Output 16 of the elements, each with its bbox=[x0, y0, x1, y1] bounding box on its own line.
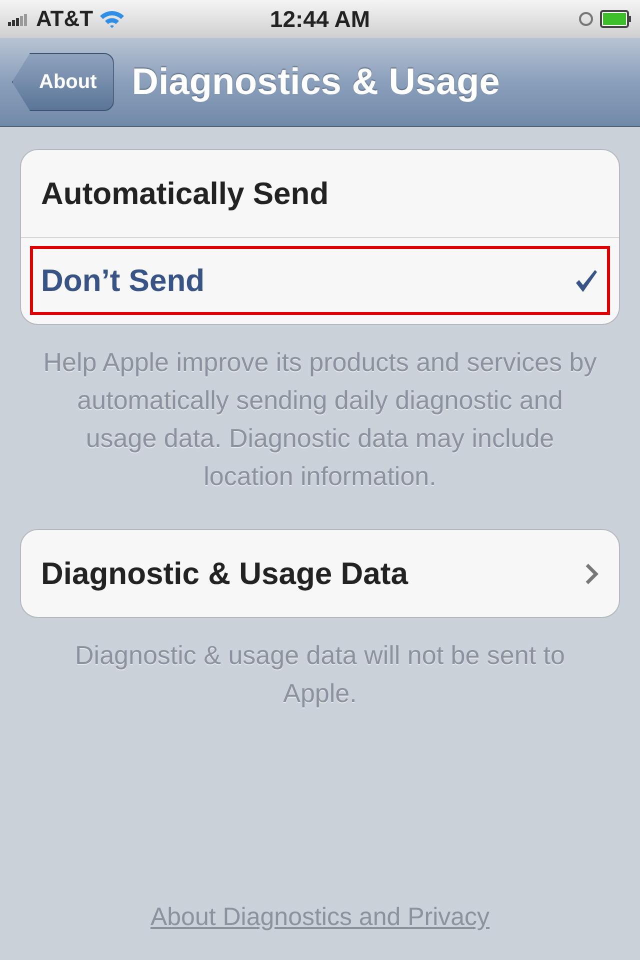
option-row[interactable]: Automatically Send bbox=[21, 150, 619, 237]
row-label: Diagnostic & Usage Data bbox=[41, 556, 408, 592]
chevron-icon bbox=[585, 562, 599, 584]
option-label: Don’t Send bbox=[41, 263, 205, 299]
option-label: Automatically Send bbox=[41, 176, 329, 212]
options-description: Help Apple improve its products and services by automatically sending daily diagnostic and usage data. Diagnostic data may include location information. bbox=[42, 346, 598, 493]
option-row[interactable]: Don’t Send bbox=[21, 237, 619, 324]
page-title: Diagnostics & Usage bbox=[132, 61, 500, 103]
check-icon bbox=[573, 268, 599, 294]
wifi-icon bbox=[99, 9, 126, 29]
carrier-name: AT&T bbox=[36, 6, 94, 32]
data-description: Diagnostic & usage data will not be sent to Apple. bbox=[74, 639, 566, 710]
battery-icon bbox=[600, 10, 632, 28]
clock-time: 12:44 AM bbox=[270, 6, 370, 32]
data-row[interactable]: Diagnostic & Usage Data bbox=[21, 530, 619, 617]
signal-icon bbox=[8, 12, 30, 26]
